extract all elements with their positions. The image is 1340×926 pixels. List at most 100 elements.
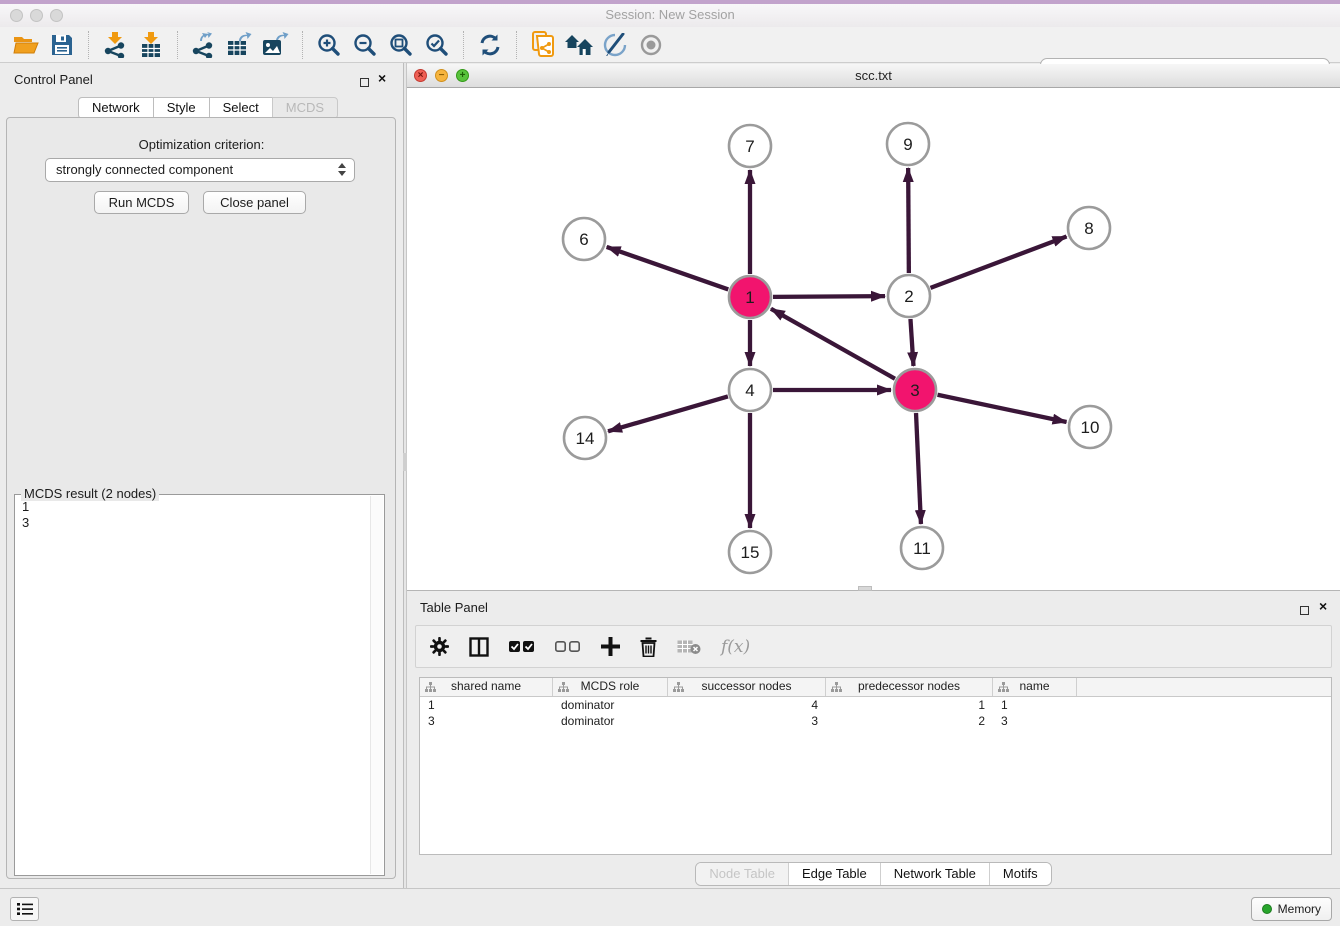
table-row[interactable]: 3dominator323 — [420, 713, 1331, 729]
tab-node-table[interactable]: Node Table — [696, 863, 788, 885]
table-cell: 3 — [420, 713, 553, 729]
table-settings-gear-icon[interactable] — [430, 637, 449, 656]
import-table-icon[interactable] — [136, 30, 166, 60]
graph-node-14[interactable]: 14 — [564, 417, 606, 459]
control-panel: Control Panel × NetworkStyleSelectMCDS O… — [0, 63, 403, 888]
column-tree-icon — [673, 681, 684, 698]
column-header-shared-name[interactable]: shared name — [420, 678, 553, 696]
graph-node-9[interactable]: 9 — [887, 123, 929, 165]
apply-style-icon[interactable] — [600, 30, 630, 60]
close-panel-button[interactable]: Close panel — [203, 191, 306, 214]
node-table: shared name MCDS role successor nodesprede… — [419, 677, 1332, 855]
graph-node-label: 15 — [741, 543, 760, 562]
close-table-panel-icon[interactable]: × — [1319, 601, 1327, 611]
add-row-icon[interactable] — [601, 637, 620, 656]
graph-node-7[interactable]: 7 — [729, 125, 771, 167]
graph-node-3[interactable]: 3 — [894, 369, 936, 411]
import-network-icon[interactable] — [100, 30, 130, 60]
optimization-criterion-label: Optimization criterion: — [0, 137, 403, 152]
copy-network-icon[interactable] — [528, 30, 558, 60]
graph-edge-1-6[interactable] — [607, 247, 729, 289]
float-table-panel-icon[interactable] — [1300, 602, 1309, 620]
table-cell: dominator — [553, 713, 668, 729]
main-toolbar — [0, 27, 1340, 63]
column-header-mcds-role[interactable]: MCDS role — [553, 678, 668, 696]
visibility-eye-icon[interactable] — [636, 30, 666, 60]
horizontal-splitter-handle[interactable] — [858, 586, 872, 591]
column-header-name[interactable]: name — [993, 678, 1077, 696]
toggle-columns-icon[interactable] — [469, 637, 489, 657]
task-history-button[interactable] — [10, 897, 39, 921]
graph-node-2[interactable]: 2 — [888, 275, 930, 317]
fit-content-icon[interactable] — [386, 30, 416, 60]
window-titlebar: Session: New Session — [0, 4, 1340, 28]
deselect-all-icon[interactable] — [555, 641, 581, 653]
open-file-icon[interactable] — [11, 30, 41, 60]
graph-node-1[interactable]: 1 — [729, 276, 771, 318]
tab-select[interactable]: Select — [209, 97, 273, 119]
float-panel-icon[interactable] — [360, 74, 369, 92]
graph-node-10[interactable]: 10 — [1069, 406, 1111, 448]
column-header-successor-nodes[interactable]: successor nodes — [668, 678, 826, 696]
graph-edge-2-3[interactable] — [910, 319, 913, 366]
graph-edge-2-8[interactable] — [931, 236, 1067, 287]
table-tabs-row: Node TableEdge TableNetwork TableMotifs — [407, 862, 1340, 886]
delete-row-trash-icon[interactable] — [640, 637, 657, 657]
tab-network[interactable]: Network — [78, 97, 154, 119]
refresh-icon[interactable] — [475, 30, 505, 60]
graph-edge-1-2[interactable] — [773, 296, 885, 297]
table-cell: 1 — [420, 697, 553, 713]
run-mcds-button[interactable]: Run MCDS — [94, 191, 189, 214]
table-cell: 3 — [993, 713, 1077, 729]
graph-node-4[interactable]: 4 — [729, 369, 771, 411]
tab-mcds[interactable]: MCDS — [272, 97, 338, 119]
graph-node-11[interactable]: 11 — [901, 527, 943, 569]
network-window-titlebar[interactable]: × − + scc.txt — [407, 64, 1340, 88]
close-panel-icon[interactable]: × — [378, 73, 386, 83]
memory-status-icon — [1262, 904, 1272, 914]
graph-node-label: 4 — [745, 381, 754, 400]
graph-node-6[interactable]: 6 — [563, 218, 605, 260]
graph-node-label: 8 — [1084, 219, 1093, 238]
table-row[interactable]: 1dominator411 — [420, 697, 1331, 713]
dropdown-stepper-icon — [338, 163, 347, 177]
network-window-title: scc.txt — [407, 68, 1340, 83]
tab-edge-table[interactable]: Edge Table — [788, 863, 880, 885]
memory-button[interactable]: Memory — [1251, 897, 1332, 921]
memory-label: Memory — [1278, 902, 1321, 916]
tab-style[interactable]: Style — [153, 97, 210, 119]
graph-edge-3-10[interactable] — [938, 395, 1067, 422]
zoom-in-icon[interactable] — [314, 30, 344, 60]
export-image-icon[interactable] — [261, 30, 291, 60]
save-session-icon[interactable] — [47, 30, 77, 60]
network-canvas[interactable]: 7 9 6 8 1 2 4 3 14 10 15 11 — [407, 88, 1340, 590]
zoom-selected-icon[interactable] — [422, 30, 452, 60]
export-network-icon[interactable] — [189, 30, 219, 60]
column-tree-icon — [425, 681, 436, 698]
graph-edge-2-9[interactable] — [908, 168, 909, 273]
zoom-out-icon[interactable] — [350, 30, 380, 60]
graph-edge-3-11[interactable] — [916, 413, 921, 524]
criterion-value: strongly connected component — [56, 162, 233, 177]
graph-edge-4-14[interactable] — [608, 396, 728, 431]
graph-node-label: 2 — [904, 287, 913, 306]
column-header-predecessor-nodes[interactable]: predecessor nodes — [826, 678, 993, 696]
criterion-dropdown[interactable]: strongly connected component — [45, 158, 355, 182]
graph-edge-3-1[interactable] — [771, 309, 895, 379]
graph-node-label: 10 — [1081, 418, 1100, 437]
graph-node-15[interactable]: 15 — [729, 531, 771, 573]
select-all-icon[interactable] — [509, 641, 535, 653]
delete-table-icon — [677, 639, 701, 655]
result-scrollbar[interactable] — [370, 496, 383, 874]
home-icon[interactable] — [564, 30, 594, 60]
column-header-label: MCDS role — [581, 679, 640, 693]
function-builder-icon: f(x) — [721, 637, 750, 657]
graph-node-8[interactable]: 8 — [1068, 207, 1110, 249]
export-table-icon[interactable] — [225, 30, 255, 60]
table-cell: dominator — [553, 697, 668, 713]
window-title: Session: New Session — [0, 7, 1340, 22]
table-cell: 4 — [668, 697, 826, 713]
table-body: 1dominator4113dominator323 — [420, 697, 1331, 729]
tab-motifs[interactable]: Motifs — [989, 863, 1051, 885]
tab-network-table[interactable]: Network Table — [880, 863, 989, 885]
